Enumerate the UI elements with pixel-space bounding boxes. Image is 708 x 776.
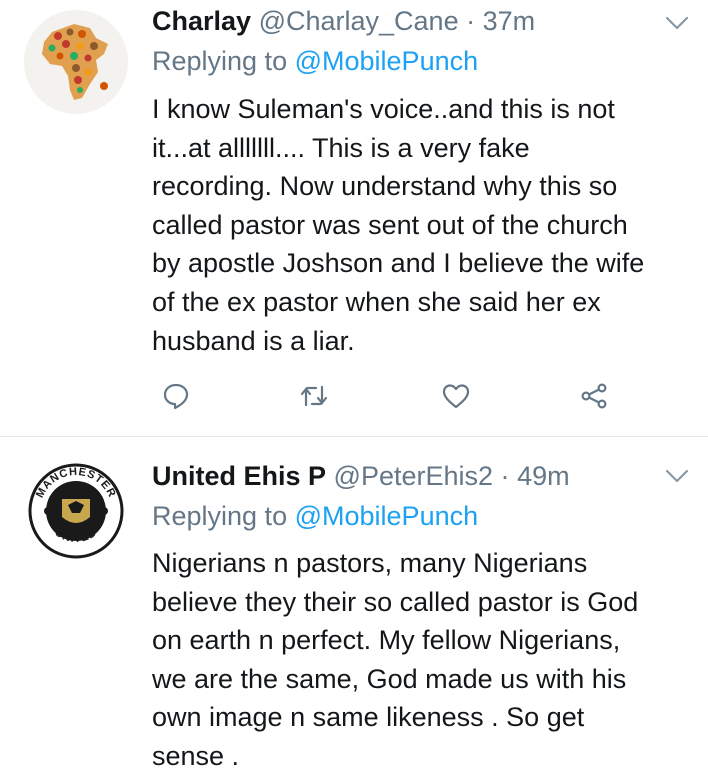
tweet-text-line: called pastor was sent out of the church xyxy=(152,209,628,240)
tweet-text-line: on earth n perfect. My fellow Nigerians, xyxy=(152,625,621,656)
user-handle[interactable]: @PeterEhis2 xyxy=(334,461,493,491)
tweet-menu-button[interactable] xyxy=(664,463,690,489)
tweet-text-line: husband is a liar. xyxy=(152,325,355,356)
tweet-text-line: of the ex pastor when she said her ex xyxy=(152,286,601,317)
tweet-text: I know Suleman's voice..and this is not … xyxy=(152,90,692,360)
africa-map-icon xyxy=(24,10,128,114)
replying-to-label: Replying to xyxy=(152,501,288,531)
tweet-text-line: own image n same likeness . So get xyxy=(152,702,585,733)
reply-icon xyxy=(163,383,189,410)
retweet-button[interactable] xyxy=(294,376,334,416)
tweet-menu-button[interactable] xyxy=(664,10,690,36)
avatar[interactable]: MANCHESTER UNITED xyxy=(24,459,128,563)
display-name[interactable]: United Ehis P xyxy=(152,461,326,491)
retweet-icon xyxy=(300,385,328,407)
tweet-header: United Ehis P @PeterEhis2 · 49m xyxy=(152,459,570,493)
tweet-text-line: I know Suleman's voice..and this is not xyxy=(152,94,615,124)
user-handle[interactable]: @Charlay_Cane xyxy=(259,6,459,36)
manchester-united-crest-icon: MANCHESTER UNITED xyxy=(26,461,126,561)
tweet[interactable]: MANCHESTER UNITED United Ehis P @PeterEh… xyxy=(0,437,708,772)
mention-link[interactable]: @MobilePunch xyxy=(295,46,479,76)
tweet-text-line: recording. Now understand why this so xyxy=(152,171,618,202)
tweet-text-line: sense . xyxy=(152,740,240,771)
chevron-down-icon xyxy=(665,16,689,30)
share-button[interactable] xyxy=(574,376,614,416)
separator: · xyxy=(466,6,476,36)
chevron-down-icon xyxy=(665,469,689,483)
tweet-text-line: believe they their so called pastor is G… xyxy=(152,586,639,617)
timestamp[interactable]: 37m xyxy=(483,6,536,36)
reply-button[interactable] xyxy=(156,376,196,416)
tweet-text-line: we are the same, God made us with his xyxy=(152,663,627,694)
tweet-text-line: Nigerians n pastors, many Nigerians xyxy=(152,548,588,578)
heart-icon xyxy=(442,384,470,409)
separator: · xyxy=(500,461,510,491)
timestamp[interactable]: 49m xyxy=(517,461,570,491)
tweet-text-line: it...at alllllll.... This is a very fake xyxy=(152,132,530,163)
replying-to: Replying to @MobilePunch xyxy=(152,499,478,533)
tweet-header: Charlay @Charlay_Cane · 37m xyxy=(152,4,535,38)
avatar[interactable] xyxy=(24,10,128,114)
replying-to-label: Replying to xyxy=(152,46,288,76)
replying-to: Replying to @MobilePunch xyxy=(152,44,478,78)
tweet[interactable]: Charlay @Charlay_Cane · 37m Replying to … xyxy=(0,0,708,436)
share-icon xyxy=(581,383,607,409)
tweet-actions xyxy=(152,376,632,416)
tweet-text: Nigerians n pastors, many Nigerians beli… xyxy=(152,544,692,776)
mention-link[interactable]: @MobilePunch xyxy=(295,501,479,531)
tweet-text-line: by apostle Joshson and I believe the wif… xyxy=(152,248,645,279)
display-name[interactable]: Charlay xyxy=(152,6,251,36)
like-button[interactable] xyxy=(436,376,476,416)
